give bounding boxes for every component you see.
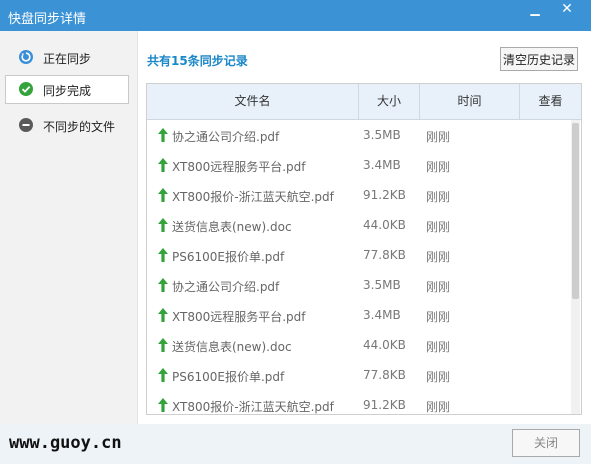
upload-arrow-icon	[158, 188, 168, 202]
sidebar-item-label: 不同步的文件	[43, 120, 116, 134]
title-bar: 快盘同步详情 ▁ ✕	[0, 0, 591, 31]
upload-arrow-icon	[158, 308, 168, 322]
sync-time: 刚刚	[426, 160, 451, 174]
footer: www.guoy.cn 关闭	[0, 424, 591, 464]
table-body: 协之通公司介绍.pdf 3.5MB 刚刚 XT800远程服务平台.pdf 3.4MB 刚刚…	[147, 120, 571, 414]
vertical-scrollbar[interactable]	[571, 120, 580, 414]
close-window-button[interactable]: ✕	[553, 0, 581, 20]
table-row[interactable]: PS6100E报价单.pdf 77.8KB 刚刚	[147, 360, 571, 391]
table-row[interactable]: 协之通公司介绍.pdf 3.5MB 刚刚	[147, 120, 571, 151]
column-header-size[interactable]: 大小	[359, 84, 420, 119]
minimize-icon: ▁	[530, 2, 540, 16]
file-name: XT800远程服务平台.pdf	[172, 160, 306, 174]
table-row[interactable]: XT800报价-浙江蓝天航空.pdf 91.2KB 刚刚	[147, 390, 571, 414]
sync-time: 刚刚	[426, 340, 451, 354]
sync-time: 刚刚	[426, 280, 451, 294]
sync-icon	[19, 50, 33, 64]
clear-history-button[interactable]: 清空历史记录	[500, 47, 578, 71]
scrollbar-thumb[interactable]	[572, 123, 579, 299]
sync-time: 刚刚	[426, 250, 451, 264]
sync-time: 刚刚	[426, 370, 451, 384]
sidebar-item-not-synced[interactable]: 不同步的文件	[5, 111, 129, 140]
upload-arrow-icon	[158, 218, 168, 232]
table-row[interactable]: XT800远程服务平台.pdf 3.4MB 刚刚	[147, 150, 571, 181]
minus-icon	[19, 118, 33, 132]
file-name: 协之通公司介绍.pdf	[172, 130, 280, 144]
table-header: 文件名 大小 时间 查看	[147, 84, 581, 120]
sync-time: 刚刚	[426, 130, 451, 144]
table-row[interactable]: XT800报价-浙江蓝天航空.pdf 91.2KB 刚刚	[147, 180, 571, 211]
file-name: PS6100E报价单.pdf	[172, 250, 285, 264]
upload-arrow-icon	[158, 398, 168, 412]
window-title: 快盘同步详情	[8, 12, 87, 27]
file-size: 77.8KB	[363, 248, 406, 262]
column-header-time[interactable]: 时间	[420, 84, 520, 119]
file-name: 送货信息表(new).doc	[172, 340, 292, 354]
table-row[interactable]: 送货信息表(new).doc 44.0KB 刚刚	[147, 210, 571, 241]
file-size: 3.4MB	[363, 308, 401, 322]
close-icon: ✕	[561, 1, 573, 17]
sidebar-item-syncing[interactable]: 正在同步	[5, 43, 129, 72]
column-header-filename[interactable]: 文件名	[147, 84, 359, 119]
minimize-button[interactable]: ▁	[521, 0, 549, 20]
sync-time: 刚刚	[426, 310, 451, 324]
file-size: 3.5MB	[363, 128, 401, 142]
sidebar: 正在同步 同步完成 不同步的文件	[0, 31, 138, 424]
file-name: XT800远程服务平台.pdf	[172, 310, 306, 324]
file-name: PS6100E报价单.pdf	[172, 370, 285, 384]
upload-arrow-icon	[158, 278, 168, 292]
upload-arrow-icon	[158, 338, 168, 352]
file-size: 44.0KB	[363, 338, 406, 352]
file-size: 3.4MB	[363, 158, 401, 172]
sync-time: 刚刚	[426, 400, 451, 414]
table-row[interactable]: 协之通公司介绍.pdf 3.5MB 刚刚	[147, 270, 571, 301]
table-row[interactable]: PS6100E报价单.pdf 77.8KB 刚刚	[147, 240, 571, 271]
check-icon	[19, 82, 33, 96]
file-size: 77.8KB	[363, 368, 406, 382]
file-size: 91.2KB	[363, 398, 406, 412]
table-row[interactable]: 送货信息表(new).doc 44.0KB 刚刚	[147, 330, 571, 361]
sidebar-item-completed[interactable]: 同步完成	[5, 75, 129, 104]
sync-summary: 共有15条同步记录	[147, 54, 248, 68]
upload-arrow-icon	[158, 128, 168, 142]
file-name: XT800报价-浙江蓝天航空.pdf	[172, 400, 334, 414]
upload-arrow-icon	[158, 368, 168, 382]
close-button[interactable]: 关闭	[512, 429, 580, 457]
sidebar-item-label: 同步完成	[43, 84, 92, 98]
table-row[interactable]: XT800远程服务平台.pdf 3.4MB 刚刚	[147, 300, 571, 331]
file-name: 协之通公司介绍.pdf	[172, 280, 280, 294]
watermark-text: www.guoy.cn	[9, 433, 122, 453]
file-size: 91.2KB	[363, 188, 406, 202]
file-size: 3.5MB	[363, 278, 401, 292]
sync-time: 刚刚	[426, 190, 451, 204]
file-name: XT800报价-浙江蓝天航空.pdf	[172, 190, 334, 204]
upload-arrow-icon	[158, 158, 168, 172]
file-name: 送货信息表(new).doc	[172, 220, 292, 234]
sidebar-item-label: 正在同步	[43, 52, 92, 66]
sync-time: 刚刚	[426, 220, 451, 234]
sync-table: 文件名 大小 时间 查看 协之通公司介绍.pdf 3.5MB 刚刚 XT800远程服务…	[146, 83, 582, 415]
column-header-view[interactable]: 查看	[520, 84, 581, 119]
file-size: 44.0KB	[363, 218, 406, 232]
upload-arrow-icon	[158, 248, 168, 262]
